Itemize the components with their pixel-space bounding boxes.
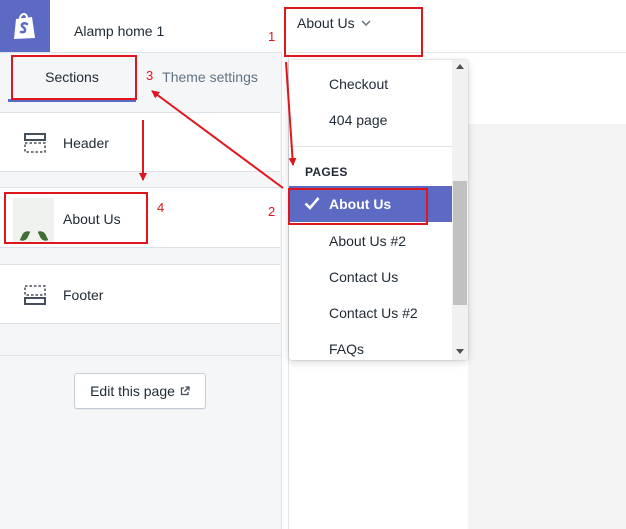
dropdown-item-about-us-2[interactable]: About Us #2 [329, 233, 406, 249]
section-footer[interactable]: Footer [0, 264, 280, 324]
header-layout-icon [24, 133, 46, 153]
dropdown-item-faqs[interactable]: FAQs [329, 341, 364, 357]
section-header[interactable]: Header [0, 112, 280, 172]
tab-theme-settings[interactable]: Theme settings [140, 53, 280, 101]
shopify-bag-icon [14, 13, 35, 39]
annotation-number-3: 3 [146, 68, 154, 83]
dropdown-item-contact-us-2[interactable]: Contact Us #2 [329, 305, 418, 321]
section-header-label: Header [63, 135, 109, 151]
annotation-number-2: 2 [268, 204, 276, 219]
dropdown-item-404[interactable]: 404 page [329, 112, 387, 128]
edit-page-label: Edit this page [90, 383, 175, 399]
dropdown-item-contact-us[interactable]: Contact Us [329, 269, 398, 285]
section-footer-label: Footer [63, 287, 104, 303]
external-link-icon [180, 386, 190, 396]
annotation-box-4 [4, 192, 148, 244]
dropdown-group-heading: PAGES [305, 165, 348, 179]
annotation-number-4: 4 [157, 200, 165, 215]
scrollbar-thumb[interactable] [453, 181, 467, 305]
sidebar-divider [281, 53, 282, 529]
annotation-box-3 [11, 55, 137, 100]
footer-layout-icon [24, 285, 46, 305]
tab-theme-settings-label: Theme settings [162, 69, 258, 85]
theme-editor: Alamp home 1 About Us Sections Theme set… [0, 0, 626, 529]
preview-canvas [468, 124, 626, 529]
annotation-box-2 [288, 188, 428, 225]
edit-page-button[interactable]: Edit this page [74, 373, 206, 409]
annotation-number-1: 1 [268, 29, 276, 44]
annotation-box-1 [284, 7, 423, 57]
theme-name: Alamp home 1 [74, 23, 165, 39]
sidebar-separator [0, 355, 282, 356]
shopify-logo[interactable] [0, 0, 50, 52]
dropdown-item-checkout[interactable]: Checkout [329, 76, 388, 92]
scroll-up-arrow-icon[interactable] [456, 64, 464, 69]
dropdown-separator [289, 146, 453, 147]
scroll-down-arrow-icon[interactable] [456, 349, 464, 354]
